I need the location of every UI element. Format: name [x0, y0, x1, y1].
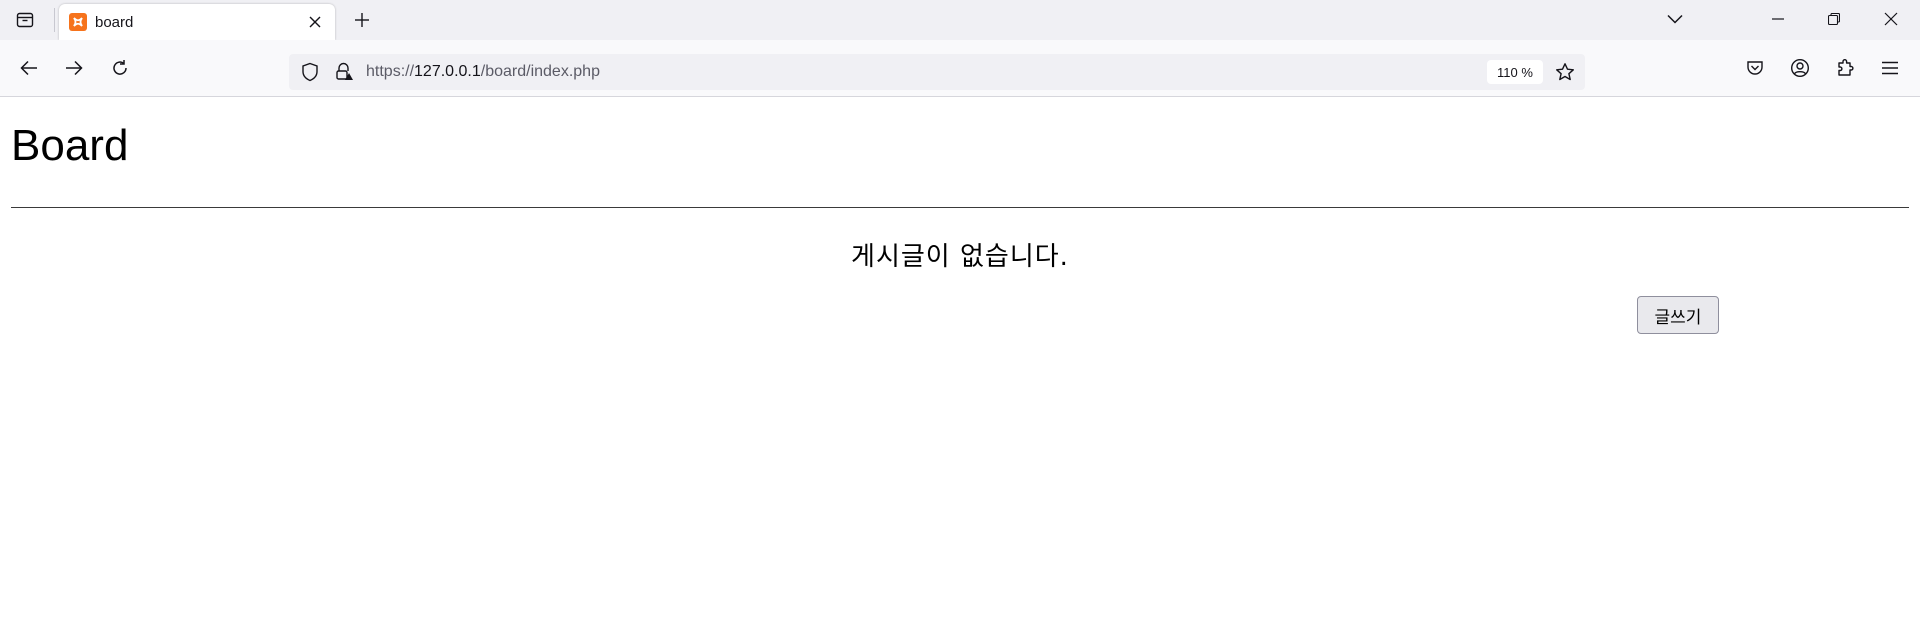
application-menu-button[interactable]: [1874, 52, 1906, 84]
reload-button[interactable]: [104, 52, 136, 84]
zoom-reset-button[interactable]: 110 %: [1487, 60, 1543, 84]
forward-button[interactable]: [58, 52, 90, 84]
url-path: /board/index.php: [480, 63, 600, 80]
url-host: 127.0.0.1: [414, 63, 481, 80]
write-post-button[interactable]: 글쓰기: [1637, 296, 1719, 334]
tab-strip: board: [0, 0, 1920, 40]
tab-divider: [54, 8, 55, 32]
window-close-button[interactable]: [1875, 3, 1907, 35]
arrow-right-icon: [65, 60, 83, 76]
tab-close-button[interactable]: [303, 10, 327, 34]
close-icon: [309, 16, 321, 28]
tab-board[interactable]: board: [59, 4, 335, 40]
lock-warning-icon[interactable]: [330, 58, 358, 86]
account-button[interactable]: [1784, 52, 1816, 84]
account-icon: [1790, 58, 1810, 78]
window-minimize-button[interactable]: [1762, 3, 1794, 35]
tab-title: board: [95, 13, 134, 31]
window-restore-button[interactable]: [1818, 3, 1850, 35]
restore-icon: [1828, 13, 1840, 25]
bookmark-button[interactable]: [1551, 58, 1579, 86]
plus-icon: [354, 12, 370, 28]
arrow-left-icon: [20, 60, 38, 76]
url-scheme: https://: [366, 63, 415, 80]
url-text[interactable]: https://127.0.0.1/board/index.php: [366, 63, 600, 81]
back-button[interactable]: [13, 52, 45, 84]
page-content: Board 게시글이 없습니다. 글쓰기: [0, 98, 1920, 628]
chevron-down-icon: [1667, 14, 1683, 24]
close-icon: [1884, 12, 1898, 26]
empty-board-message: 게시글이 없습니다.: [851, 242, 1069, 272]
shield-icon[interactable]: [296, 58, 324, 86]
puzzle-icon: [1835, 58, 1855, 78]
navigation-toolbar: https://127.0.0.1/board/index.php 110 %: [0, 40, 1920, 97]
address-bar[interactable]: https://127.0.0.1/board/index.php 110 %: [289, 54, 1585, 90]
list-all-tabs-button[interactable]: [1659, 3, 1691, 35]
save-to-pocket-button[interactable]: [1739, 52, 1771, 84]
tab-list-button[interactable]: [9, 4, 41, 36]
horizontal-rule: [11, 207, 1909, 208]
pocket-icon: [1746, 59, 1764, 77]
star-icon: [1555, 62, 1575, 82]
tab-list-icon: [16, 11, 34, 29]
extensions-button[interactable]: [1829, 52, 1861, 84]
reload-icon: [111, 59, 129, 77]
minimize-icon: [1772, 18, 1784, 20]
page-title: Board: [11, 121, 129, 170]
hamburger-menu-icon: [1881, 61, 1899, 75]
new-tab-button[interactable]: [346, 4, 378, 36]
xampp-icon: [69, 13, 87, 31]
